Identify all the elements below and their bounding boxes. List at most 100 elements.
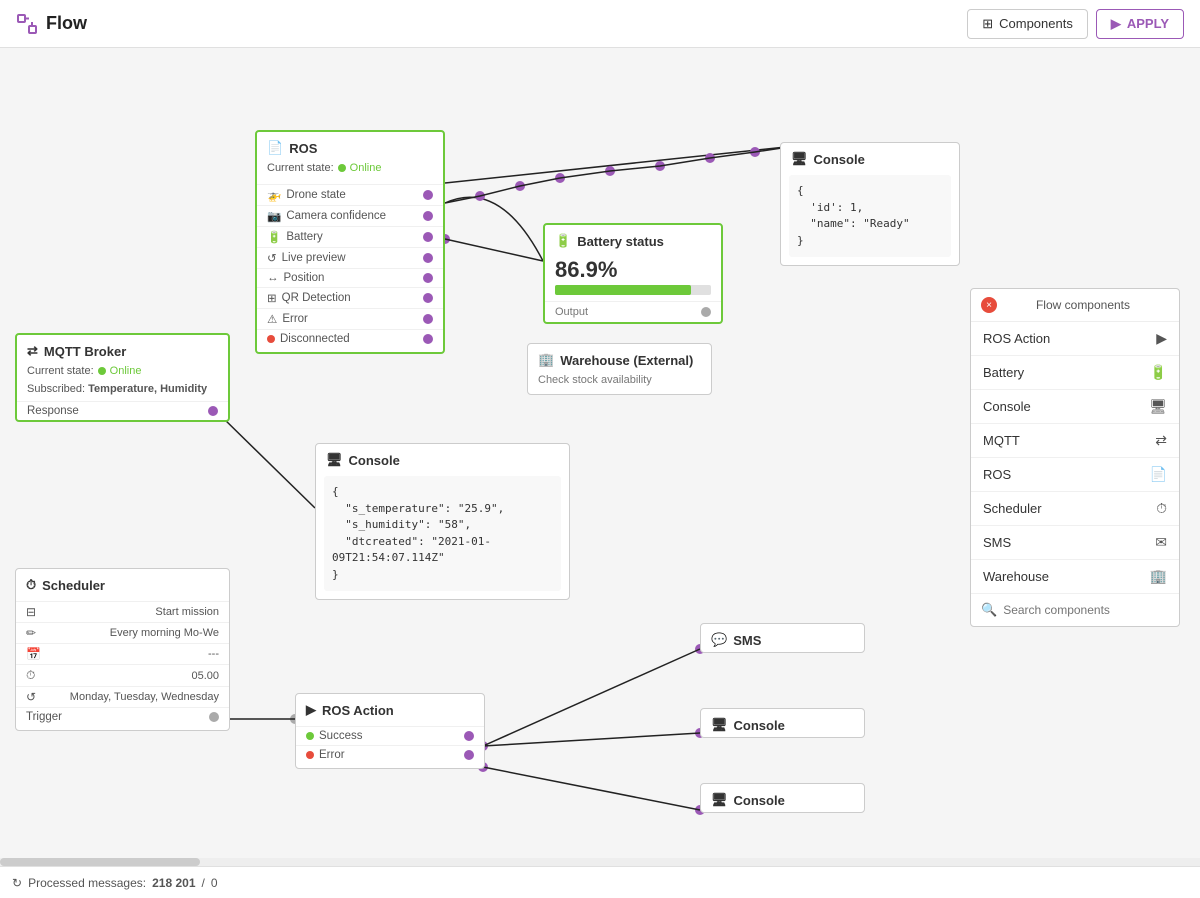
port-scheduler-trigger[interactable] [209,712,219,722]
port-success[interactable] [464,731,474,741]
live-icon: ↺ [267,251,277,265]
ros-node-header: 📄 ROS [257,132,443,160]
port-position[interactable] [423,273,433,283]
camera-icon: 📷 [267,209,281,223]
scheduler-row-date: 📅 --- [16,643,229,664]
edit-icon: ✏ [26,626,42,640]
ros-action-success: Success [296,726,484,745]
scheduler-icon: ⏱ [26,577,36,593]
scheduler-header: ⏱ Scheduler [16,569,229,597]
console-tr-node: 🖥 Console { 'id': 1, "name": "Ready" } [780,142,960,266]
warehouse-header: 🏢 Warehouse (External) [528,344,711,372]
console-tr-header: 🖥 Console [781,143,959,171]
fc-search: 🔍 [971,594,1179,626]
ros-icon: 📄 [267,140,283,156]
port-battery-output[interactable] [701,307,711,317]
fc-item-mqtt[interactable]: MQTT ⇄ [971,424,1179,458]
ros-status: Current state: Online [257,160,443,180]
flow-canvas[interactable]: 📄 ROS Current state: Online 🚁Drone state… [0,48,1200,898]
ros-row-camera: 📷Camera confidence [257,205,443,226]
fc-item-sms[interactable]: SMS ✉ [971,526,1179,560]
ros-row-disconnected: Disconnected [257,329,443,348]
ros-row-drone: 🚁Drone state [257,184,443,205]
processed-count: 218 201 [152,876,195,890]
fc-item-scheduler[interactable]: Scheduler ⏱ [971,492,1179,526]
ros-row-position: ↔Position [257,268,443,287]
battery-status-icon: 🔋 [555,233,571,249]
flow-components-panel: × Flow components ROS Action ▶ Battery 🔋… [970,288,1180,627]
mqtt-status-dot [98,367,106,375]
console-b1-icon: 🖥 [711,717,728,733]
search-components-input[interactable] [1003,603,1169,617]
footer: ↻ Processed messages: 218 201 / 0 [0,866,1200,898]
page-title: Flow [46,13,87,34]
header-left: Flow [16,13,87,35]
port-mqtt-response[interactable] [208,406,218,416]
warehouse-desc: Check stock availability [528,372,711,394]
time-icon: ⏱ [26,668,42,683]
repeat-icon: ↺ [26,690,42,704]
mqtt-node: ⇄ MQTT Broker Current state: Online Subs… [15,333,230,422]
mqtt-icon: ⇄ [27,343,38,359]
console-b2-icon: 🖥 [711,792,728,808]
mqtt-status: Current state: Online [17,363,228,381]
flow-components-header: × Flow components [971,289,1179,322]
fc-item-warehouse[interactable]: Warehouse 🏢 [971,560,1179,594]
console-tr-icon: 🖥 [791,151,808,167]
battery-status-header: 🔋 Battery status [545,225,721,253]
port-error[interactable] [423,314,433,324]
battery-bar-inner [555,285,691,295]
ros-action-node: ▶ ROS Action Success Error [295,693,485,769]
console-tr-content: { 'id': 1, "name": "Ready" } [789,175,951,257]
ros-action-header: ▶ ROS Action [296,694,484,722]
warehouse-node: 🏢 Warehouse (External) Check stock avail… [527,343,712,395]
qr-icon: ⊞ [267,291,277,305]
ros-node: 📄 ROS Current state: Online 🚁Drone state… [255,130,445,354]
ros-row-live: ↺Live preview [257,247,443,268]
battery-percentage: 86.9% [545,253,721,285]
port-qr[interactable] [423,293,433,303]
drone-icon: 🚁 [267,188,281,202]
components-button[interactable]: ⊞ Components [967,9,1088,39]
sms-header: 💬 SMS [701,624,864,652]
header: Flow ⊞ Components ▶ APPLY [0,0,1200,48]
fc-item-console[interactable]: Console 🖥 [971,390,1179,424]
ros-row-qr: ⊞QR Detection [257,287,443,308]
ros-node-body: 🚁Drone state 📷Camera confidence 🔋Battery… [257,180,443,352]
header-actions: ⊞ Components ▶ APPLY [967,9,1184,39]
scheduler-row-repeat: ✏ Every morning Mo-We [16,622,229,643]
fc-item-battery[interactable]: Battery 🔋 [971,356,1179,390]
port-drone[interactable] [423,190,433,200]
ros-action-icon: ▶ [306,702,316,718]
port-battery[interactable] [423,232,433,242]
fc-item-ros-action[interactable]: ROS Action ▶ [971,322,1179,356]
ros-action-error: Error [296,745,484,764]
battery-bar-outer [555,285,711,295]
console-b1-node: 🖥 Console [700,708,865,738]
port-disconnected[interactable] [423,334,433,344]
port-ros-error[interactable] [464,750,474,760]
battery-icon: 🔋 [267,230,281,244]
fc-item-ros[interactable]: ROS 📄 [971,458,1179,492]
close-panel-button[interactable]: × [981,297,997,313]
mqtt-response-row: Response [17,401,228,420]
red-dot-icon [267,335,275,343]
flow-logo-icon [16,13,38,35]
ros-row-error: ⚠Error [257,308,443,329]
port-live[interactable] [423,253,433,263]
battery-status-node: 🔋 Battery status 86.9% Output [543,223,723,324]
position-icon: ↔ [267,272,279,284]
error-dot [306,751,314,759]
scheduler-row-time: ⏱ 05.00 [16,664,229,686]
components-icon: ⊞ [982,16,993,32]
port-camera[interactable] [423,211,433,221]
scrollbar-area [0,858,1200,866]
play-icon: ▶ [1111,16,1121,32]
ros-action-body: Success Error [296,722,484,768]
console-mid-content: { "s_temperature": "25.9", "s_humidity":… [324,476,561,591]
success-dot [306,732,314,740]
console-b2-header: 🖥 Console [701,784,864,812]
apply-button[interactable]: ▶ APPLY [1096,9,1184,39]
ros-row-battery: 🔋Battery [257,226,443,247]
scrollbar-thumb[interactable] [0,858,200,866]
